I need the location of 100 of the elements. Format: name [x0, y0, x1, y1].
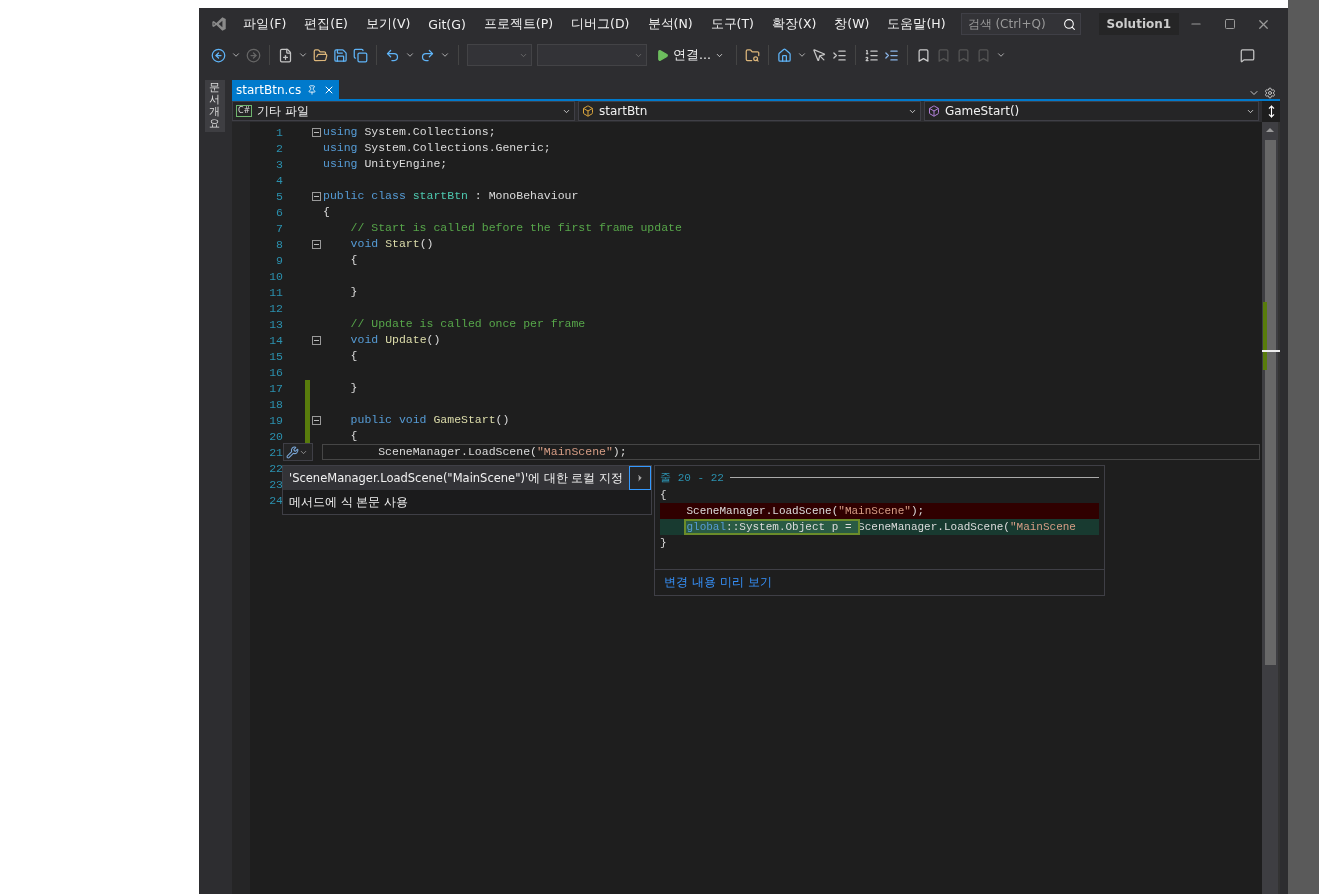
menu-item[interactable]: 보기(V) — [357, 15, 420, 33]
code-line: using System.Collections.Generic; — [322, 140, 552, 156]
scrollbar-markers — [1262, 302, 1280, 372]
code-line: { — [349, 348, 359, 364]
save-icon[interactable] — [333, 47, 348, 63]
undo-icon[interactable] — [385, 47, 400, 63]
preview-line: } — [660, 536, 668, 551]
project-dropdown[interactable]: C# 기타 파일 — [232, 101, 575, 121]
feedback-icon[interactable] — [1240, 47, 1255, 63]
line-number: 21 — [268, 445, 283, 459]
home-icon[interactable] — [776, 47, 792, 63]
folder-icon[interactable] — [313, 47, 328, 63]
menu-item[interactable]: 도움말(H) — [878, 15, 955, 33]
line-number: 6 — [275, 205, 283, 219]
code-line: void Update() — [349, 332, 442, 348]
file-tab[interactable]: startBtn.cs — [232, 80, 340, 99]
collapse-icon[interactable] — [311, 415, 321, 425]
expand-button[interactable] — [629, 466, 652, 490]
indent-icon[interactable] — [831, 47, 847, 63]
code-line: using UnityEngine; — [322, 156, 449, 172]
run-button[interactable]: 연결... — [652, 46, 728, 64]
code-line: public class startBtn : MonoBehaviour — [322, 188, 580, 204]
code-line: void Start() — [349, 236, 435, 252]
line-number: 9 — [275, 253, 283, 267]
code-line: } — [349, 380, 359, 396]
search-icon — [1062, 17, 1076, 31]
new-file-icon[interactable] — [278, 47, 293, 63]
menu-item[interactable]: 확장(X) — [763, 15, 826, 33]
line-number: 22 — [268, 461, 283, 475]
caret-icon[interactable] — [405, 50, 415, 60]
back-icon[interactable] — [211, 47, 226, 63]
code-line: public void GameStart() — [349, 412, 511, 428]
class-icon — [581, 105, 594, 117]
preview-line: { — [660, 488, 668, 503]
caret-icon[interactable] — [796, 50, 807, 60]
line-number: 13 — [268, 317, 283, 331]
code-line: } — [349, 284, 359, 300]
line-number: 16 — [268, 365, 283, 379]
redo-icon[interactable] — [420, 47, 435, 63]
menu-item[interactable]: 분석(N) — [638, 15, 702, 33]
class-dropdown[interactable]: startBtn — [577, 101, 921, 121]
forward-icon[interactable] — [246, 47, 261, 63]
menu-item[interactable]: 프로젝트(P) — [474, 15, 563, 33]
collapse-icon[interactable] — [311, 239, 321, 249]
menu-item[interactable]: 편집(E) — [295, 15, 357, 33]
line-number: 14 — [268, 333, 283, 347]
line-number: 24 — [268, 493, 283, 507]
collapse-icon[interactable] — [311, 335, 321, 345]
maximize-icon — [1223, 18, 1236, 30]
line-number: 19 — [268, 413, 283, 427]
line-number: 12 — [268, 301, 283, 315]
search-field[interactable]: 검색 (Ctrl+Q) — [960, 13, 1081, 35]
line-number: 20 — [268, 429, 283, 443]
collapse-icon[interactable] — [311, 127, 321, 137]
caret-icon[interactable] — [440, 50, 450, 60]
menu-item[interactable]: 도구(T) — [701, 15, 763, 33]
line-number: 2 — [275, 141, 283, 155]
list-icon[interactable] — [863, 47, 879, 63]
caret-icon[interactable] — [231, 50, 241, 60]
line-number: 8 — [275, 237, 283, 251]
scrollbar[interactable] — [1262, 122, 1280, 894]
split-button[interactable] — [1262, 101, 1280, 122]
caret-icon[interactable] — [298, 50, 308, 60]
preview-header: 줄 20 - 22 — [660, 471, 724, 485]
folder-search-icon[interactable] — [744, 47, 760, 63]
line-number: 18 — [268, 397, 283, 411]
quick-actions-button[interactable] — [283, 443, 313, 461]
line-number: 4 — [275, 173, 283, 187]
quick-action-item[interactable]: 'SceneManager.LoadScene("MainScene")'에 대한 로컬 지정 — [283, 466, 652, 490]
line-number: 10 — [268, 269, 283, 283]
line-number: 7 — [275, 221, 283, 235]
line-number: 15 — [268, 349, 283, 363]
scroll-up-icon[interactable] — [1265, 125, 1275, 135]
member-dropdown[interactable]: GameStart() — [923, 101, 1259, 121]
list-icon[interactable] — [883, 47, 899, 63]
quick-action-item[interactable]: 메서드에 식 본문 사용 — [283, 490, 652, 514]
play-icon — [656, 48, 669, 62]
cube-icon — [927, 105, 940, 117]
save-all-icon[interactable] — [353, 47, 368, 63]
line-number: 5 — [275, 189, 283, 203]
line-number: 23 — [268, 477, 283, 491]
line-number: 3 — [275, 157, 283, 171]
preview-changes-link[interactable]: 변경 내용 미리 보기 — [664, 574, 772, 591]
code-line: using System.Collections; — [322, 124, 497, 140]
menu-item[interactable]: 창(W) — [825, 15, 879, 33]
pointer-icon[interactable] — [811, 47, 827, 63]
side-tab[interactable]: 문서 개요 — [204, 80, 225, 133]
collapse-icon[interactable] — [311, 191, 321, 201]
code-line: // Start is called before the first frame update — [349, 220, 683, 236]
bookmark-icon[interactable] — [915, 47, 931, 63]
menu-item[interactable]: Git(G) — [419, 16, 475, 32]
settings-icon[interactable] — [1264, 87, 1276, 99]
code-line: { — [322, 204, 331, 220]
menu-item[interactable]: 파일(F) — [234, 15, 296, 33]
solution-name: Solution1 — [1098, 13, 1180, 35]
line-number: 1 — [275, 125, 283, 139]
line-number: 17 — [268, 381, 283, 395]
pin-icon — [307, 84, 318, 95]
menu-item[interactable]: 디버그(D) — [562, 15, 639, 33]
caret-icon[interactable] — [995, 50, 1006, 60]
